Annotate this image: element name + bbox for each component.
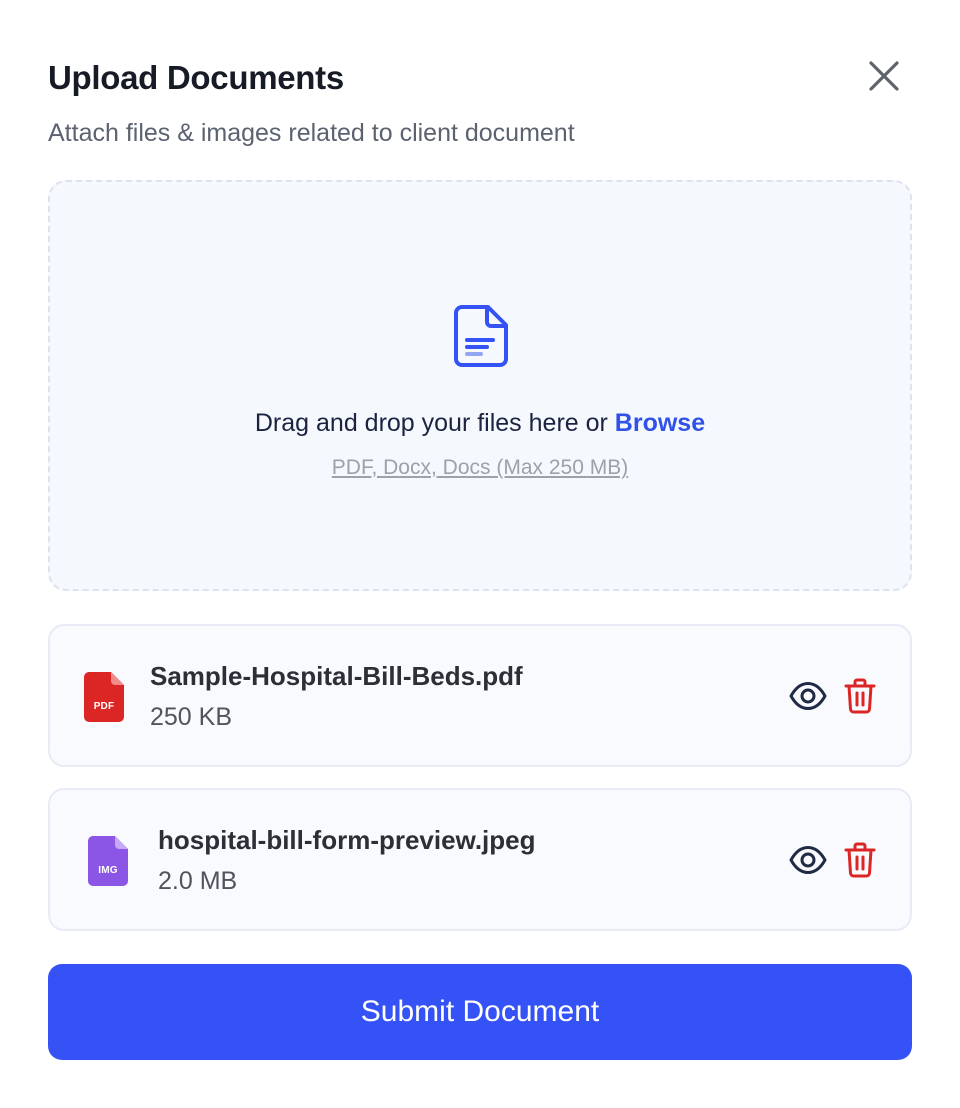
trash-icon bbox=[844, 678, 876, 714]
preview-file-button[interactable] bbox=[788, 676, 828, 716]
dropzone-prompt-text: Drag and drop your files here or bbox=[254, 409, 608, 437]
file-item: PDF Sample-Hospital-Bill-Beds.pdf 250 KB bbox=[48, 624, 912, 767]
eye-icon bbox=[789, 682, 827, 710]
close-icon bbox=[869, 61, 899, 91]
eye-icon bbox=[789, 846, 827, 874]
pdf-file-icon: PDF bbox=[84, 672, 124, 722]
page-title: Upload Documents bbox=[48, 59, 344, 96]
file-name: Sample-Hospital-Bill-Beds.pdf bbox=[150, 661, 523, 691]
file-type-label: IMG bbox=[98, 865, 118, 876]
delete-file-button[interactable] bbox=[840, 840, 880, 880]
modal-header: Upload Documents Attach files & images r… bbox=[48, 58, 912, 147]
file-name: hospital-bill-form-preview.jpeg bbox=[158, 825, 536, 855]
browse-link[interactable]: Browse bbox=[615, 409, 705, 437]
file-size: 250 KB bbox=[150, 703, 233, 731]
file-size: 2.0 MB bbox=[158, 867, 238, 895]
trash-icon bbox=[844, 842, 876, 878]
dropzone-prompt: Drag and drop your files here or Browse bbox=[50, 407, 910, 439]
delete-file-button[interactable] bbox=[840, 676, 880, 716]
file-type-label: PDF bbox=[93, 701, 115, 712]
page-subtitle: Attach files & images related to client … bbox=[48, 119, 575, 147]
preview-file-button[interactable] bbox=[788, 840, 828, 880]
submit-document-button[interactable]: Submit Document bbox=[48, 964, 912, 1060]
file-dropzone[interactable]: Drag and drop your files here or Browse … bbox=[48, 180, 912, 591]
image-file-icon: IMG bbox=[88, 836, 128, 886]
file-type-hint: PDF, Docx, Docs (Max 250 MB) bbox=[331, 456, 629, 479]
file-item: IMG hospital-bill-form-preview.jpeg 2.0 … bbox=[48, 788, 912, 931]
close-button[interactable] bbox=[864, 56, 904, 96]
document-icon bbox=[454, 305, 508, 367]
